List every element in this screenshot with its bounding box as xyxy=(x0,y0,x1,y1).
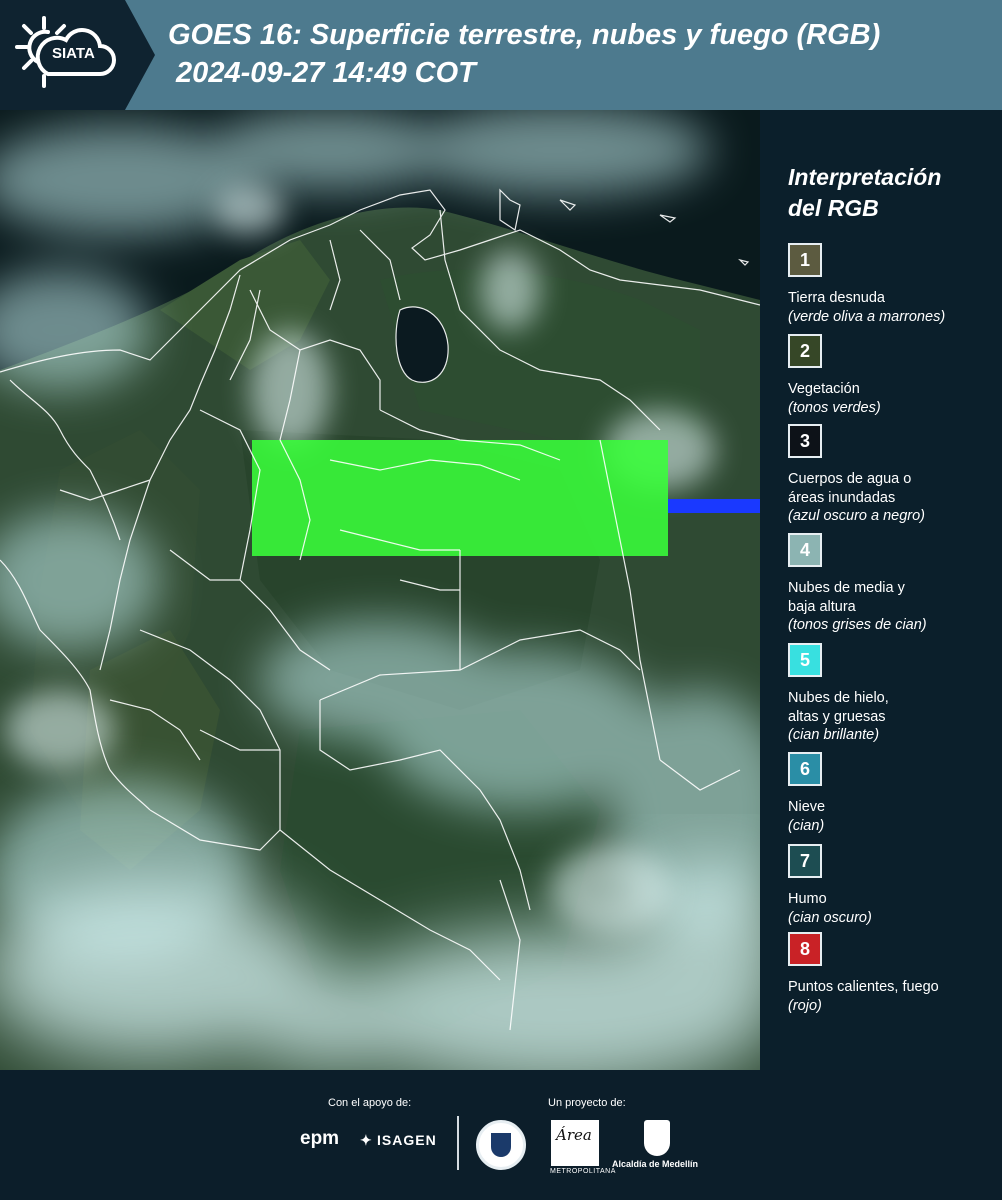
legend-label-line-2: áreas inundadas xyxy=(788,489,896,506)
legend-number: 3 xyxy=(799,430,810,451)
siata-logo: SIATA xyxy=(14,14,126,94)
legend-label-line-1: Nubes de media y xyxy=(788,580,905,596)
area-metropolitana-text: METROPOLITANA xyxy=(550,1168,616,1175)
legend-label: Nieve xyxy=(788,799,826,815)
legend-item-smoke: 7 Humo (cian oscuro) xyxy=(788,844,998,927)
legend-label: Humo xyxy=(788,891,827,907)
logo-panel: SIATA xyxy=(0,0,155,110)
satellite-map[interactable] xyxy=(0,110,760,1070)
missing-scan-line xyxy=(668,499,760,513)
legend-number: 6 xyxy=(799,758,810,779)
page-title: GOES 16: Superficie terrestre, nubes y f… xyxy=(168,16,880,92)
footer: Con el apoyo de: Un proyecto de: epm ✦ IS… xyxy=(0,1070,1002,1200)
epm-logo: epm xyxy=(300,1128,340,1149)
legend-note: (tonos verdes) xyxy=(788,399,881,416)
legend-note: (cian brillante) xyxy=(788,727,880,743)
legend-swatch: 8 xyxy=(788,932,822,966)
medellin-crest-icon xyxy=(644,1120,670,1156)
seal-shield xyxy=(491,1133,511,1157)
legend-title-line-1: Interpretación xyxy=(788,164,942,190)
legend-swatch: 5 xyxy=(788,643,822,677)
legend-item-vegetation: 2 Vegetación (tonos verdes) xyxy=(788,334,998,417)
header-bar: SIATA GOES 16: Superficie terrestre, nub… xyxy=(0,0,1002,110)
legend-swatch: 3 xyxy=(788,424,822,458)
legend-swatch: 6 xyxy=(788,752,822,786)
legend-note: (cian) xyxy=(788,817,825,834)
legend-note: (tonos grises de cian) xyxy=(788,617,927,633)
footer-divider xyxy=(457,1116,459,1170)
legend-item-hot-spots: 8 Puntos calientes, fuego (rojo) xyxy=(788,932,998,1015)
legend-swatch: 1 xyxy=(788,243,822,277)
isagen-logo: ✦ ISAGEN xyxy=(360,1132,437,1149)
legend-item-mid-low-clouds: 4 Nubes de media y baja altura (tonos gr… xyxy=(788,533,998,635)
legend-label: Nubes de hielo, altas y gruesas xyxy=(788,689,998,726)
project-label: Un proyecto de: xyxy=(548,1097,626,1109)
isagen-mark-icon: ✦ xyxy=(360,1132,373,1148)
university-seal-icon xyxy=(476,1120,526,1170)
area-metropolitana-logo: Área xyxy=(551,1120,599,1166)
legend-label-line-2: baja altura xyxy=(788,598,856,615)
legend-label-line-2: altas y gruesas xyxy=(788,708,886,725)
legend-label: Vegetación xyxy=(788,381,860,397)
legend-item-water-bodies: 3 Cuerpos de agua o áreas inundadas (azu… xyxy=(788,424,998,526)
legend-label: Nubes de media y baja altura xyxy=(788,579,998,616)
legend-number: 5 xyxy=(799,649,810,670)
legend-label: Tierra desnuda xyxy=(788,290,885,306)
legend-number: 8 xyxy=(799,938,810,959)
legend-item-ice-clouds: 5 Nubes de hielo, altas y gruesas (cian … xyxy=(788,643,998,745)
legend-title-line-2: del RGB xyxy=(788,195,879,221)
legend-number: 4 xyxy=(799,539,810,560)
legend-swatch: 2 xyxy=(788,334,822,368)
legend-number: 7 xyxy=(799,850,810,871)
legend-label: Cuerpos de agua o áreas inundadas xyxy=(788,470,998,507)
area-logo-script: Área xyxy=(556,1126,592,1144)
legend-note: (rojo) xyxy=(788,997,822,1014)
medellin-text: Alcaldía de Medellín xyxy=(612,1159,699,1169)
legend-label-line-1: Cuerpos de agua o xyxy=(788,471,912,487)
legend-item-bare-land: 1 Tierra desnuda (verde oliva a marrones… xyxy=(788,243,998,326)
legend-note: (cian oscuro) xyxy=(788,909,872,926)
legend-title: Interpretación del RGB xyxy=(788,162,941,224)
isagen-logo-text: ISAGEN xyxy=(377,1132,437,1148)
title-line-2: 2024-09-27 14:49 COT xyxy=(168,57,476,89)
legend-number: 1 xyxy=(799,249,810,270)
legend-note: (verde oliva a marrones) xyxy=(788,308,946,325)
legend-number: 2 xyxy=(799,340,810,361)
legend-panel: Interpretación del RGB 1 Tierra desnuda … xyxy=(760,110,1002,1070)
legend-note: (azul oscuro a negro) xyxy=(788,508,926,524)
satellite-imagery xyxy=(0,110,760,1070)
missing-scan-band xyxy=(252,440,668,556)
siata-logo-text: SIATA xyxy=(52,45,95,62)
title-line-1: GOES 16: Superficie terrestre, nubes y f… xyxy=(168,19,881,51)
legend-label: Puntos calientes, fuego xyxy=(788,979,939,995)
legend-swatch: 4 xyxy=(788,533,822,567)
legend-swatch: 7 xyxy=(788,844,822,878)
legend-label-line-1: Nubes de hielo, xyxy=(788,690,889,706)
legend-item-snow: 6 Nieve (cian) xyxy=(788,752,998,835)
support-label: Con el apoyo de: xyxy=(328,1097,412,1109)
